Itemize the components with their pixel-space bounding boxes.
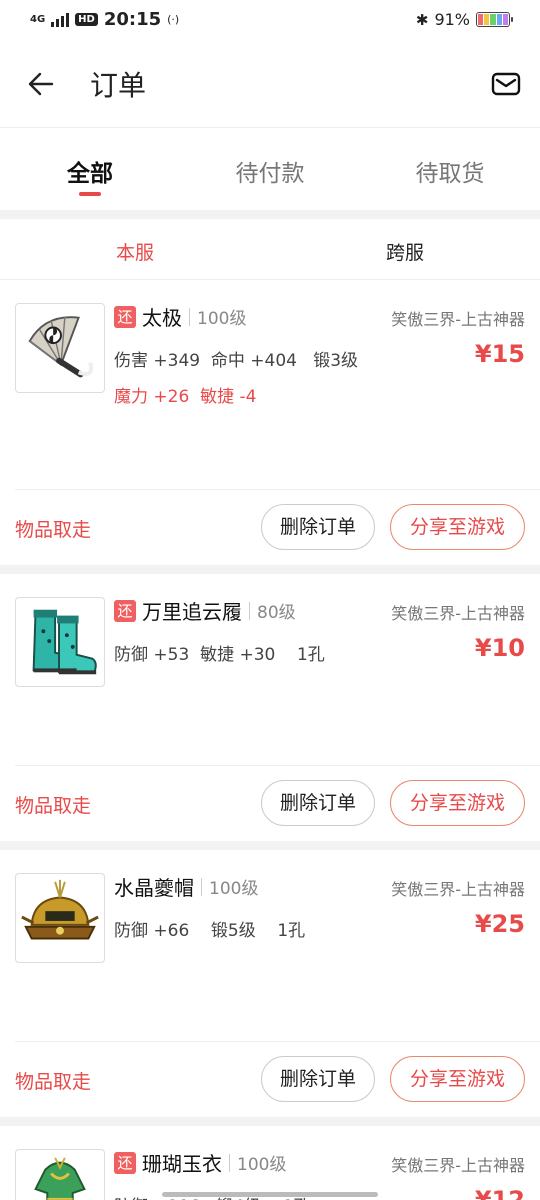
- item-bonus-stats: 魔力 +26 敏捷 -4: [114, 387, 257, 407]
- status-bar: 4G HD 20:15 (·) ✱ 91%: [0, 0, 540, 42]
- item-price: ¥12: [474, 1186, 525, 1200]
- item-level: 100级: [237, 1155, 287, 1175]
- server-name: 笑傲三界-上古神器: [391, 310, 525, 329]
- armor-icon: [34, 1157, 86, 1200]
- delete-order-button[interactable]: 删除订单: [261, 1056, 375, 1102]
- item-level: 100级: [209, 879, 259, 899]
- order-status: 物品取走: [15, 795, 92, 817]
- delete-order-button[interactable]: 删除订单: [261, 504, 375, 550]
- separator: [229, 1153, 230, 1172]
- order-card: 还 万里追云履 80级 笑傲三界-上古神器 防御 +53 敏捷 +30 1孔 ¥…: [0, 574, 540, 841]
- item-name: 万里追云履: [142, 600, 242, 624]
- order-card: 还 太极 100级 笑傲三界-上古神器 伤害 +349 命中 +404 锻3级 …: [0, 280, 540, 565]
- bluetooth-icon: ✱: [415, 10, 429, 29]
- item-price: ¥10: [474, 634, 525, 662]
- page-title: 订单: [90, 69, 147, 102]
- return-tag: 还: [114, 599, 136, 622]
- item-level: 80级: [257, 603, 296, 623]
- order-card: 还 珊瑚玉衣 100级 笑傲三界-上古神器 防御 +216 锻4级 1孔 ¥12: [0, 1126, 540, 1200]
- server-name: 笑傲三界-上古神器: [391, 880, 525, 899]
- item-name: 珊瑚玉衣: [142, 1152, 222, 1176]
- item-name: 太极: [142, 306, 182, 330]
- helmet-icon: [21, 879, 99, 940]
- clock: 20:15: [103, 9, 162, 30]
- item-price: ¥25: [474, 910, 525, 938]
- share-to-game-button[interactable]: 分享至游戏: [390, 1056, 525, 1102]
- return-tag: 还: [114, 1151, 136, 1174]
- tab-pending-payment[interactable]: 待付款: [180, 128, 360, 210]
- item-level: 100级: [197, 309, 247, 329]
- share-to-game-button[interactable]: 分享至游戏: [390, 504, 525, 550]
- item-thumbnail[interactable]: [15, 873, 105, 963]
- fan-weapon-icon: [28, 316, 93, 378]
- server-tabs: 本服 跨服: [0, 219, 540, 280]
- share-to-game-button[interactable]: 分享至游戏: [390, 780, 525, 826]
- tab-all[interactable]: 全部: [0, 128, 180, 210]
- nav-bar: 订单: [0, 42, 540, 128]
- delete-order-button[interactable]: 删除订单: [261, 780, 375, 826]
- item-stats: 伤害 +349 命中 +404 锻3级: [114, 351, 359, 371]
- subtab-this-server[interactable]: 本服: [0, 219, 270, 279]
- battery-icon: [476, 12, 513, 27]
- item-stats: 防御 +66 锻5级 1孔: [114, 921, 306, 941]
- item-thumbnail[interactable]: [15, 597, 105, 687]
- item-stats: 防御 +53 敏捷 +30 1孔: [114, 645, 325, 665]
- battery-percent: 91%: [434, 10, 470, 29]
- server-name: 笑傲三界-上古神器: [391, 604, 525, 623]
- vibrate-icon: (·): [167, 13, 180, 26]
- return-tag: 还: [114, 305, 136, 328]
- subtab-cross-server[interactable]: 跨服: [270, 219, 540, 279]
- hd-badge: HD: [75, 13, 98, 26]
- divider: [0, 210, 540, 219]
- separator: [201, 877, 202, 896]
- home-indicator[interactable]: [162, 1192, 378, 1197]
- item-thumbnail[interactable]: [15, 1149, 105, 1200]
- boots-icon: [32, 609, 97, 675]
- envelope-icon: [491, 72, 521, 96]
- arrow-left-icon: [28, 72, 54, 96]
- item-price: ¥15: [474, 340, 525, 368]
- item-thumbnail[interactable]: [15, 303, 105, 393]
- item-name: 水晶夔帽: [114, 876, 194, 900]
- order-card: 水晶夔帽 100级 笑傲三界-上古神器 防御 +66 锻5级 1孔 ¥25 物品…: [0, 850, 540, 1117]
- back-button[interactable]: [26, 68, 58, 100]
- separator: [249, 601, 250, 620]
- separator: [189, 307, 190, 326]
- tab-pending-pickup[interactable]: 待取货: [360, 128, 540, 210]
- message-button[interactable]: [490, 68, 522, 100]
- signal-icon: [51, 12, 70, 27]
- order-status: 物品取走: [15, 1071, 92, 1093]
- server-name: 笑傲三界-上古神器: [391, 1156, 525, 1175]
- network-label: 4G: [30, 14, 46, 25]
- order-status: 物品取走: [15, 519, 92, 541]
- order-tabs: 全部 待付款 待取货: [0, 128, 540, 210]
